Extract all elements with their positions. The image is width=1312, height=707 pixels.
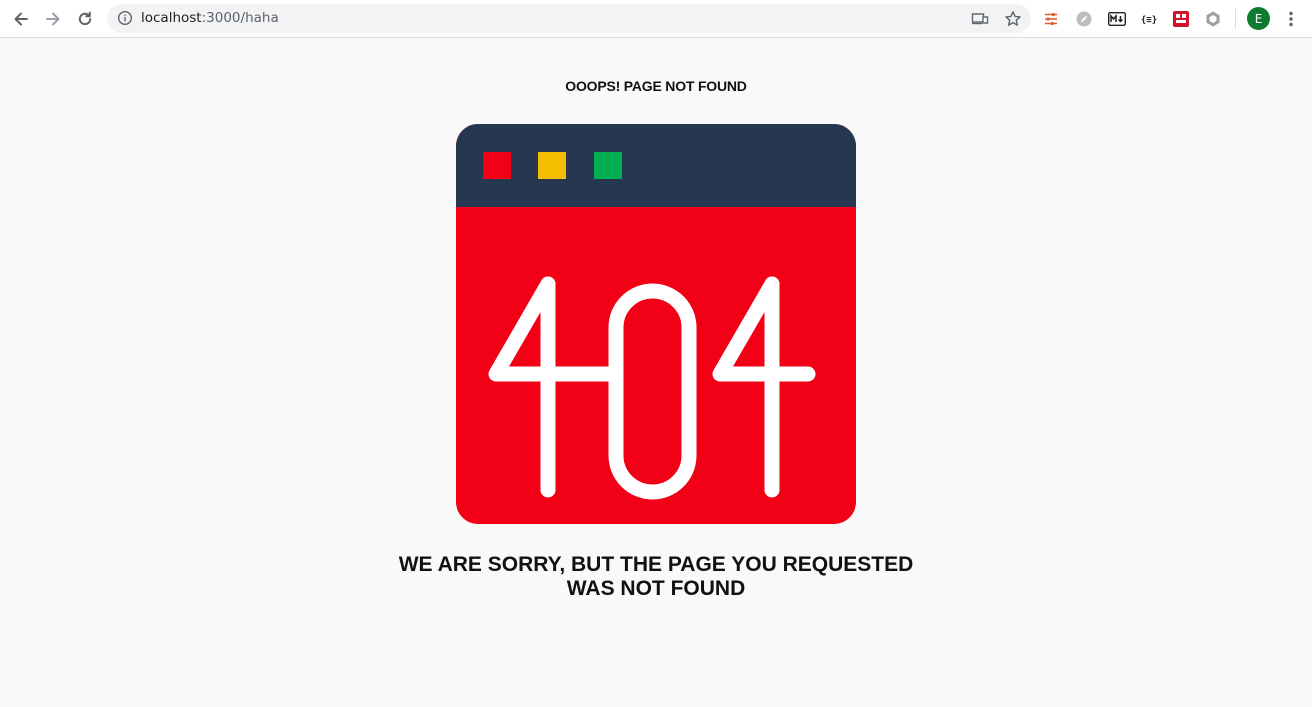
menu-kebab-icon[interactable]: [1281, 9, 1301, 29]
url-text[interactable]: localhost:3000/haha: [141, 10, 279, 26]
bookmark-star-icon[interactable]: [1004, 10, 1022, 28]
cast-device-icon[interactable]: [971, 10, 989, 28]
window-dot-red: [483, 152, 511, 179]
reload-icon: [78, 11, 92, 26]
window-dot-green: [594, 152, 622, 179]
page-not-found-heading: OOOPS! PAGE NOT FOUND: [565, 78, 747, 94]
toolbar-divider: [1235, 9, 1236, 29]
forward-arrow-icon: [46, 12, 60, 26]
url-host: localhost: [141, 10, 202, 26]
back-arrow-icon: [14, 12, 28, 26]
extension-hex-icon[interactable]: [1203, 9, 1223, 29]
url-path: :3000/haha: [201, 10, 279, 26]
forward-button[interactable]: [39, 5, 67, 33]
extension-red-icon[interactable]: [1171, 9, 1191, 29]
info-icon[interactable]: [117, 10, 133, 26]
window-title-bar: [456, 124, 856, 207]
address-bar[interactable]: localhost:3000/haha: [107, 4, 1031, 33]
extension-tuner-icon[interactable]: [1041, 9, 1061, 29]
error-message-line-1: WE ARE SORRY, BUT THE PAGE YOU REQUESTED: [398, 553, 914, 576]
reload-button[interactable]: [71, 5, 99, 33]
extension-markdown-icon[interactable]: [1107, 9, 1127, 29]
error-illustration: [456, 124, 856, 524]
extension-compass-icon[interactable]: [1074, 9, 1094, 29]
extension-json-icon[interactable]: {≡}: [1139, 9, 1159, 29]
back-button[interactable]: [7, 5, 35, 33]
browser-toolbar: localhost:3000/haha {≡} E: [0, 0, 1312, 38]
profile-avatar[interactable]: E: [1247, 7, 1270, 30]
error-message-line-2: WAS NOT FOUND: [566, 577, 746, 600]
window-dot-yellow: [538, 152, 566, 179]
error-code-404: [488, 276, 816, 500]
error-message: WE ARE SORRY, BUT THE PAGE YOU REQUESTED…: [0, 553, 1312, 601]
svg-text:{≡}: {≡}: [1141, 16, 1157, 26]
